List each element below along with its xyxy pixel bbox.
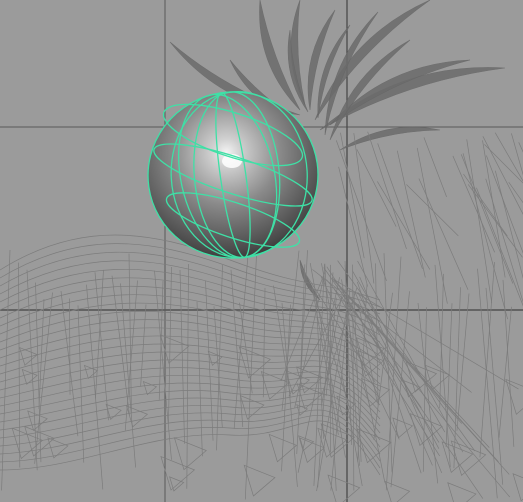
mesh-edge [140,304,147,387]
mesh-edge [422,307,427,472]
mesh-edge [340,132,365,259]
mesh-face [173,437,207,471]
mesh-edge [502,279,515,447]
mesh-face [512,473,523,502]
mesh-edge-loop [0,382,381,427]
mesh-face [298,435,315,452]
mesh-face [403,379,421,398]
mesh-edge [179,269,185,444]
mesh-face [160,455,196,491]
mesh-edge [423,137,447,197]
mesh-edge [518,142,523,153]
mesh-face [505,378,523,415]
leaf-blade [339,126,441,151]
mesh-edge [196,301,203,457]
mesh-edge [18,262,21,468]
mesh-edge [353,133,375,284]
mesh-edge [494,170,523,279]
mesh-face [320,423,356,458]
mesh-edge-loop [0,251,381,315]
mesh-face [169,476,185,492]
mesh-edge [77,305,85,463]
mesh-edge [439,273,444,409]
mesh-edge [1,249,11,491]
mesh-edge-loop [0,277,381,336]
mesh-face [21,368,38,385]
mesh-edge [331,277,490,448]
mesh-edge [342,289,510,475]
mesh-edge [462,153,508,320]
mesh-edge [154,270,172,460]
mesh-edge [460,154,514,284]
mesh-edge [367,131,407,250]
mesh-face [441,441,474,473]
mesh-edge [377,181,431,270]
mesh-edge [69,298,71,395]
mesh-face [327,474,361,502]
mesh-edge [467,184,523,258]
mesh-edge [168,267,172,424]
mesh-edge [375,263,379,406]
mesh-edge [453,287,461,469]
mesh-edge [158,280,164,400]
mesh-edge [396,150,426,278]
mesh-face [384,480,411,502]
mesh-face [243,464,276,497]
mesh-edge [280,272,326,381]
mesh-edge [416,147,448,304]
mesh-edge [494,132,523,182]
mesh-edge [456,293,470,431]
mesh-edge [452,155,495,253]
3d-viewport[interactable] [0,0,523,502]
mesh-edge [205,280,214,441]
mesh-edge [230,269,244,427]
viewport-canvas[interactable] [0,0,523,502]
mesh-edge [485,287,504,485]
mesh-face [447,482,477,502]
mesh-edge [482,140,506,278]
mesh-edge [463,173,508,237]
mesh-edge [508,181,523,204]
mesh-face [126,405,149,428]
mesh-edge [186,263,189,489]
mesh-edge [244,254,257,500]
mesh-face [19,346,38,366]
mesh-edge [498,306,512,438]
